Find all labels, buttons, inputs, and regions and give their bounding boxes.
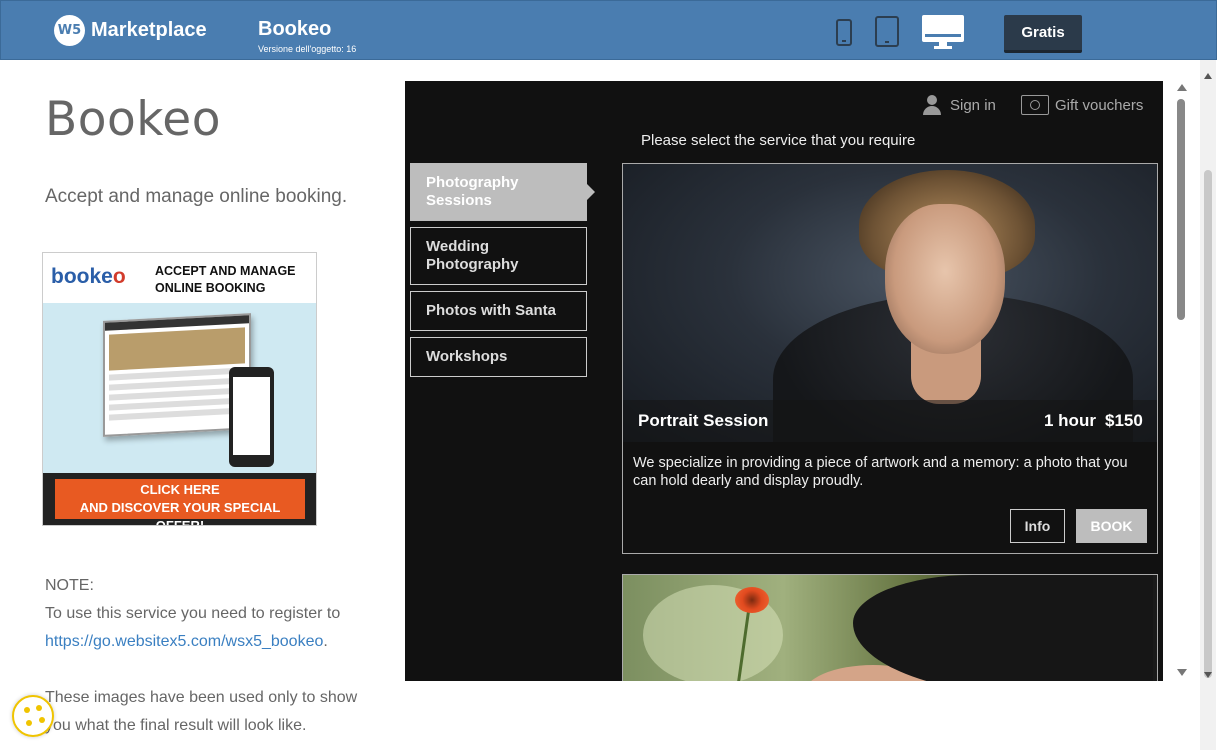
service-list: Photography Sessions Wedding Photography…: [410, 163, 595, 383]
service-photos-with-santa[interactable]: Photos with Santa: [410, 291, 587, 331]
sign-in-link[interactable]: Sign in: [923, 95, 996, 115]
images-note-line2: you what the final result will look like…: [45, 717, 307, 734]
phone-screenshot: [229, 367, 274, 467]
service-description: We specialize in providing a piece of ar…: [633, 455, 1128, 489]
page-scrollbar[interactable]: [1200, 60, 1216, 750]
images-note-line1: These images have been used only to show: [45, 689, 358, 706]
gift-voucher-icon: [1021, 95, 1049, 115]
service-wedding-photography[interactable]: Wedding Photography: [410, 227, 587, 285]
marketplace-label: Marketplace: [91, 19, 207, 41]
ad-devices-illustration: [43, 303, 316, 473]
desktop-preview-icon[interactable]: [922, 15, 964, 49]
portrait-photo: [623, 164, 1157, 442]
note-label: NOTE:: [45, 577, 94, 594]
service-prompt: Please select the service that you requi…: [641, 132, 916, 149]
service-duration: 1 hour: [1044, 411, 1096, 430]
bookeo-logo: bookeo: [51, 265, 126, 288]
registration-note: NOTE: To use this service you need to re…: [45, 572, 357, 740]
top-bar: W5 Marketplace Bookeo Versione dell'ogge…: [0, 0, 1217, 60]
page-title: Bookeo: [45, 92, 221, 147]
bookeo-register-link[interactable]: https://go.websitex5.com/wsx5_bookeo: [45, 633, 323, 650]
book-button[interactable]: BOOK: [1076, 509, 1147, 543]
service-workshops[interactable]: Workshops: [410, 337, 587, 377]
scroll-down-icon[interactable]: [1177, 669, 1187, 676]
gratis-button[interactable]: Gratis: [1004, 15, 1082, 53]
scroll-thumb[interactable]: [1177, 99, 1185, 320]
w5-logo-icon: W5: [54, 15, 85, 46]
preview-scrollbar[interactable]: [1172, 81, 1190, 681]
gift-vouchers-link[interactable]: Gift vouchers: [1021, 95, 1143, 115]
ad-cta-button[interactable]: CLICK HERE AND DISCOVER YOUR SPECIAL OFF…: [55, 479, 305, 525]
phone-preview-icon[interactable]: [836, 19, 852, 46]
info-button[interactable]: Info: [1010, 509, 1065, 543]
scroll-up-icon[interactable]: [1177, 84, 1187, 91]
page-scroll-up-icon[interactable]: [1204, 73, 1212, 79]
service-card: Portrait Session 1 hour $150 We speciali…: [622, 163, 1158, 554]
next-service-photo: [622, 574, 1158, 681]
bookeo-widget-preview: Sign in Gift vouchers Please select the …: [405, 81, 1163, 681]
app-version: Versione dell'oggetto: 16: [258, 44, 357, 54]
ad-cta: CLICK HERE AND DISCOVER YOUR SPECIAL OFF…: [43, 473, 316, 525]
service-name: Portrait Session: [638, 411, 769, 430]
ad-headline: ACCEPT AND MANAGE ONLINE BOOKING: [155, 264, 296, 295]
page-description: Accept and manage online booking.: [45, 186, 348, 207]
note-text: To use this service you need to register…: [45, 605, 341, 622]
app-title: Bookeo: [258, 18, 332, 40]
service-photography-sessions[interactable]: Photography Sessions: [410, 163, 595, 221]
tablet-preview-icon[interactable]: [875, 16, 899, 47]
page-scroll-thumb[interactable]: [1204, 170, 1212, 678]
user-icon: [923, 95, 941, 115]
service-price: $150: [1105, 411, 1143, 430]
page-scroll-down-icon[interactable]: [1204, 672, 1212, 678]
marketplace-logo[interactable]: W5 Marketplace: [54, 15, 207, 46]
bookeo-ad-banner[interactable]: bookeo ACCEPT AND MANAGE ONLINE BOOKING …: [42, 252, 317, 526]
cookie-settings-icon[interactable]: [12, 695, 54, 737]
ad-header: bookeo ACCEPT AND MANAGE ONLINE BOOKING: [43, 253, 316, 303]
